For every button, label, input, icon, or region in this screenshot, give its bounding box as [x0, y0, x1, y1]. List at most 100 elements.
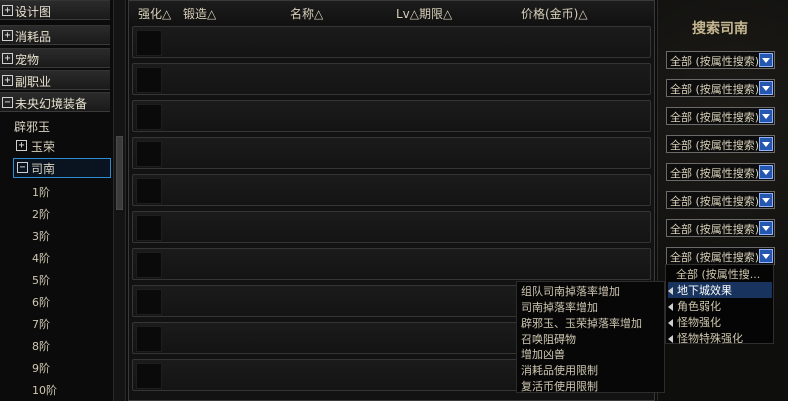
dropdown-arrow-icon[interactable]: [759, 249, 773, 263]
attribute-filter-select[interactable]: 全部 (按属性搜索): [666, 191, 775, 209]
item-row[interactable]: [132, 26, 651, 58]
tree-tier-7[interactable]: 7阶: [32, 316, 50, 332]
item-slot: [136, 67, 162, 93]
item-row[interactable]: [132, 248, 651, 280]
tree-node-label: 玉荣: [31, 140, 56, 154]
sort-enhance-header[interactable]: 强化△: [138, 5, 171, 22]
tree-scrollbar[interactable]: [113, 0, 125, 401]
expand-icon[interactable]: +: [2, 5, 13, 16]
sort-price-header[interactable]: 价格(金币)△: [521, 5, 588, 22]
tree-category-label: 消耗品: [15, 30, 52, 44]
dropdown-item-monster-special[interactable]: 怪物特殊强化: [668, 330, 772, 346]
sort-level-expiry-header[interactable]: Lv△期限△: [396, 5, 452, 22]
collapse-icon[interactable]: −: [2, 97, 13, 108]
tree-tier-9[interactable]: 9阶: [32, 360, 50, 376]
tree-tier-8[interactable]: 8阶: [32, 338, 50, 354]
item-slot: [136, 30, 162, 56]
dropdown-item-label: 角色弱化: [677, 300, 721, 313]
tree-category-pets[interactable]: + 宠物: [0, 48, 110, 68]
submenu-arrow-icon: [668, 335, 673, 343]
dropdown-item-monster-enhance[interactable]: 怪物强化: [668, 314, 772, 330]
attribute-filter-select[interactable]: 全部 (按属性搜索): [666, 247, 775, 265]
dropdown-arrow-icon[interactable]: [759, 193, 773, 207]
item-slot: [136, 104, 162, 130]
submenu-item[interactable]: 召唤阻碍物: [521, 331, 576, 347]
submenu-arrow-icon: [668, 319, 673, 327]
expand-icon[interactable]: +: [2, 53, 13, 64]
attribute-filter-select[interactable]: 全部 (按属性搜索): [666, 219, 775, 237]
tree-tier-2[interactable]: 2阶: [32, 206, 50, 222]
dropdown-item-dungeon-effect[interactable]: 地下城效果: [668, 282, 772, 298]
submenu-item[interactable]: 辟邪玉、玉荣掉落率增加: [521, 315, 642, 331]
tree-node-bixie[interactable]: 辟邪玉: [14, 118, 50, 136]
attribute-filter-select[interactable]: 全部 (按属性搜索): [666, 51, 775, 69]
item-row[interactable]: [132, 63, 651, 95]
dropdown-arrow-icon[interactable]: [759, 221, 773, 235]
sort-name-header[interactable]: 名称△: [290, 5, 323, 22]
tree-category-label: 宠物: [15, 53, 40, 67]
tree-category-consumables[interactable]: + 消耗品: [0, 25, 110, 45]
item-slot: [136, 215, 162, 241]
select-value: 全部 (按属性搜索): [670, 111, 760, 124]
submenu-item[interactable]: 复活币使用限制: [521, 378, 598, 394]
select-value: 全部 (按属性搜索): [670, 139, 760, 152]
select-value: 全部 (按属性搜索): [670, 251, 760, 264]
dropdown-item-label: 怪物强化: [677, 316, 721, 329]
dropdown-arrow-icon[interactable]: [759, 81, 773, 95]
tree-tier-3[interactable]: 3阶: [32, 228, 50, 244]
submenu-item[interactable]: 司南掉落率增加: [521, 299, 598, 315]
sort-forge-header[interactable]: 锻造△: [183, 5, 216, 22]
dropdown-arrow-icon[interactable]: [759, 109, 773, 123]
dropdown-arrow-icon[interactable]: [759, 53, 773, 67]
tree-tier-1[interactable]: 1阶: [32, 184, 50, 200]
expand-icon[interactable]: +: [16, 140, 27, 151]
category-tree: + 设计图 + 消耗品 + 宠物 + 副职业 − 未央幻境装备 辟邪玉 + 玉荣…: [0, 0, 126, 401]
item-slot: [136, 363, 162, 389]
dropdown-item-label: 怪物特殊强化: [677, 332, 743, 345]
expand-icon[interactable]: +: [2, 75, 13, 86]
select-value: 全部 (按属性搜索): [670, 55, 760, 68]
tree-category-subjob[interactable]: + 副职业: [0, 70, 110, 90]
item-slot: [136, 289, 162, 315]
tree-tier-4[interactable]: 4阶: [32, 250, 50, 266]
submenu-item[interactable]: 消耗品使用限制: [521, 362, 598, 378]
select-value: 全部 (按属性搜索): [670, 167, 760, 180]
tree-category-label: 副职业: [15, 75, 52, 89]
tree-category-label: 设计图: [15, 5, 52, 19]
attribute-filter-select[interactable]: 全部 (按属性搜索): [666, 163, 775, 181]
submenu-item[interactable]: 组队司南掉落率增加: [521, 283, 620, 299]
tree-node-yurong[interactable]: + 玉荣: [16, 138, 96, 156]
dropdown-arrow-icon[interactable]: [759, 165, 773, 179]
attribute-dropdown-menu: 全部 (按属性搜... 地下城效果 角色弱化 怪物强化 怪物特殊强化: [665, 264, 774, 346]
select-value: 全部 (按属性搜索): [670, 223, 760, 236]
tree-category-design[interactable]: + 设计图: [0, 0, 110, 20]
attribute-filter-select[interactable]: 全部 (按属性搜索): [666, 107, 775, 125]
dropdown-item-character-weaken[interactable]: 角色弱化: [668, 298, 772, 314]
collapse-icon[interactable]: −: [17, 162, 28, 173]
item-slot: [136, 252, 162, 278]
panel-title: 搜索司南: [692, 21, 748, 37]
dropdown-arrow-icon[interactable]: [759, 137, 773, 151]
submenu-arrow-icon: [668, 303, 673, 311]
submenu-arrow-icon: [668, 287, 673, 295]
dropdown-item-label: 地下城效果: [677, 284, 732, 297]
tree-tier-6[interactable]: 6阶: [32, 294, 50, 310]
item-row[interactable]: [132, 100, 651, 132]
list-header: 强化△ 锻造△ 名称△ Lv△期限△ 价格(金币)△: [129, 1, 654, 25]
dungeon-effect-submenu: 组队司南掉落率增加 司南掉落率增加 辟邪玉、玉荣掉落率增加 召唤阻碍物 增加凶兽…: [516, 281, 665, 393]
item-row[interactable]: [132, 211, 651, 243]
tree-node-sinan[interactable]: − 司南: [13, 158, 111, 178]
scrollbar-thumb[interactable]: [116, 136, 123, 210]
attribute-filter-select[interactable]: 全部 (按属性搜索): [666, 79, 775, 97]
item-slot: [136, 326, 162, 352]
select-value: 全部 (按属性搜索): [670, 195, 760, 208]
tree-tier-10[interactable]: 10阶: [32, 382, 57, 398]
item-row[interactable]: [132, 137, 651, 169]
attribute-filter-select[interactable]: 全部 (按属性搜索): [666, 135, 775, 153]
dropdown-item-all[interactable]: 全部 (按属性搜...: [676, 266, 780, 282]
item-row[interactable]: [132, 174, 651, 206]
tree-category-weiyang[interactable]: − 未央幻境装备: [0, 92, 110, 112]
expand-icon[interactable]: +: [2, 30, 13, 41]
tree-tier-5[interactable]: 5阶: [32, 272, 50, 288]
submenu-item[interactable]: 增加凶兽: [521, 346, 565, 362]
